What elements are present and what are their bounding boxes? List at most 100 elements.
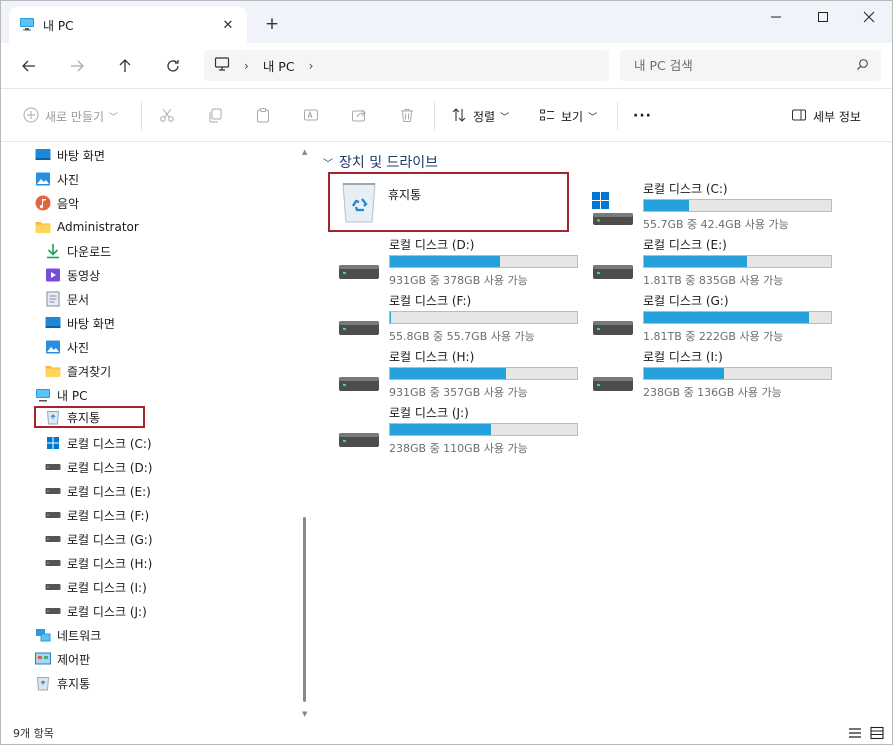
title-bar: 내 PC ✕ + bbox=[1, 1, 892, 43]
download-icon bbox=[45, 243, 61, 259]
copy-button[interactable] bbox=[207, 103, 223, 129]
sidebar-item-drive-c[interactable]: 로컬 디스크 (C:) bbox=[45, 432, 152, 454]
tab-title: 내 PC bbox=[43, 18, 74, 33]
monitor-icon bbox=[19, 16, 35, 35]
search-box[interactable] bbox=[620, 50, 881, 81]
drive-name: 로컬 디스크 (C:) bbox=[643, 182, 728, 196]
drive-tile[interactable]: 로컬 디스크 (H:) 931GB 중 357GB 사용 가능 bbox=[337, 347, 587, 399]
more-options-button[interactable]: ··· bbox=[633, 103, 652, 129]
divider bbox=[434, 102, 435, 130]
sidebar-item-network[interactable]: 네트워크 bbox=[35, 624, 101, 646]
back-button[interactable] bbox=[15, 53, 43, 79]
drive-icon bbox=[45, 507, 61, 523]
sidebar-item-drive-g[interactable]: 로컬 디스크 (G:) bbox=[45, 528, 153, 550]
up-button[interactable] bbox=[111, 53, 139, 79]
sort-button[interactable]: 정렬 ﹀ bbox=[451, 103, 509, 129]
drive-tile[interactable]: 로컬 디스크 (D:) 931GB 중 378GB 사용 가능 bbox=[337, 235, 587, 287]
drive-tile[interactable]: 로컬 디스크 (I:) 238GB 중 136GB 사용 가능 bbox=[591, 347, 841, 399]
drive-free-space: 931GB 중 378GB 사용 가능 bbox=[389, 274, 528, 287]
content-pane: ﹀ 장치 및 드라이브 휴지통 로컬 디스크 (C:) 55.7GB 중 42.4… bbox=[315, 142, 892, 722]
sidebar-item-music[interactable]: 음악 bbox=[35, 192, 79, 214]
search-icon[interactable] bbox=[856, 58, 869, 74]
sidebar-item-drive-i[interactable]: 로컬 디스크 (I:) bbox=[45, 576, 147, 598]
sidebar-item-administrator[interactable]: Administrator bbox=[35, 216, 139, 238]
sidebar-item-videos[interactable]: 동영상 bbox=[45, 264, 100, 286]
forward-button[interactable] bbox=[63, 53, 91, 79]
sidebar-item-desktop-2[interactable]: 바탕 화면 bbox=[45, 312, 115, 334]
paste-button[interactable] bbox=[255, 103, 271, 129]
sidebar-item-my-pc[interactable]: 내 PC bbox=[35, 384, 87, 406]
large-icons-view-button[interactable] bbox=[869, 725, 885, 741]
chevron-right-icon[interactable]: › bbox=[309, 59, 314, 73]
drive-free-space: 238GB 중 110GB 사용 가능 bbox=[389, 442, 528, 455]
sidebar-item-drive-d[interactable]: 로컬 디스크 (D:) bbox=[45, 456, 152, 478]
address-bar[interactable]: › 내 PC › bbox=[204, 50, 609, 81]
rename-button[interactable] bbox=[303, 103, 319, 129]
refresh-button[interactable] bbox=[159, 53, 187, 79]
drive-tile[interactable]: 로컬 디스크 (C:) 55.7GB 중 42.4GB 사용 가능 bbox=[591, 179, 841, 231]
folder-icon bbox=[45, 363, 61, 379]
sidebar-item-downloads[interactable]: 다운로드 bbox=[45, 240, 111, 262]
sidebar-item-drive-f[interactable]: 로컬 디스크 (F:) bbox=[45, 504, 149, 526]
drive-icon bbox=[45, 483, 61, 499]
close-tab-icon[interactable]: ✕ bbox=[219, 16, 237, 34]
sidebar-item-desktop[interactable]: 바탕 화면 bbox=[35, 144, 105, 166]
minimize-button[interactable] bbox=[753, 5, 799, 29]
drive-tile[interactable]: 로컬 디스크 (F:) 55.8GB 중 55.7GB 사용 가능 bbox=[337, 291, 587, 343]
cut-button[interactable] bbox=[159, 103, 175, 129]
scroll-down-icon[interactable]: ▼ bbox=[302, 710, 307, 718]
video-icon bbox=[45, 267, 61, 283]
sidebar-item-drive-j[interactable]: 로컬 디스크 (J:) bbox=[45, 600, 147, 622]
delete-button[interactable] bbox=[399, 103, 415, 129]
sidebar-scrollbar[interactable]: ▲ ▼ bbox=[298, 142, 314, 722]
view-button[interactable]: 보기 ﹀ bbox=[539, 103, 597, 129]
drive-usage-fill bbox=[644, 312, 809, 323]
new-button[interactable]: 새로 만들기 ﹀ bbox=[23, 103, 118, 129]
details-view-button[interactable] bbox=[847, 725, 863, 741]
drive-name: 로컬 디스크 (H:) bbox=[389, 350, 475, 364]
drive-usage-bar bbox=[643, 255, 832, 268]
sidebar-item-pictures[interactable]: 사진 bbox=[35, 168, 79, 190]
sidebar-item-pictures-2[interactable]: 사진 bbox=[45, 336, 89, 358]
drive-tile[interactable]: 로컬 디스크 (G:) 1.81TB 중 222GB 사용 가능 bbox=[591, 291, 841, 343]
drive-icon bbox=[337, 359, 381, 395]
drive-usage-bar bbox=[389, 255, 578, 268]
details-label: 세부 정보 bbox=[813, 109, 861, 124]
scroll-up-icon[interactable]: ▲ bbox=[302, 148, 307, 156]
drive-free-space: 238GB 중 136GB 사용 가능 bbox=[643, 386, 782, 399]
network-icon bbox=[35, 627, 51, 643]
share-button[interactable] bbox=[351, 103, 367, 129]
close-window-button[interactable] bbox=[846, 5, 892, 29]
chevron-down-icon[interactable]: ﹀ bbox=[323, 155, 333, 170]
drive-tile[interactable]: 로컬 디스크 (J:) 238GB 중 110GB 사용 가능 bbox=[337, 403, 587, 455]
new-tab-button[interactable]: + bbox=[261, 13, 283, 35]
drive-icon bbox=[337, 415, 381, 451]
sidebar-item-control-panel[interactable]: 제어판 bbox=[35, 648, 90, 670]
chevron-right-icon[interactable]: › bbox=[244, 59, 249, 73]
item-count: 9개 항목 bbox=[13, 727, 54, 740]
tab-my-pc[interactable]: 내 PC ✕ bbox=[9, 7, 247, 43]
drive-tile[interactable]: 로컬 디스크 (E:) 1.81TB 중 835GB 사용 가능 bbox=[591, 235, 841, 287]
maximize-button[interactable] bbox=[800, 5, 846, 29]
sidebar-item-documents[interactable]: 문서 bbox=[45, 288, 89, 310]
drive-name: 로컬 디스크 (I:) bbox=[643, 350, 723, 364]
breadcrumb-my-pc[interactable]: 내 PC bbox=[263, 56, 295, 75]
sidebar-item-favorites[interactable]: 즐겨찾기 bbox=[45, 360, 111, 382]
sidebar-item-recycle-bin-2[interactable]: 휴지통 bbox=[35, 672, 90, 694]
drive-name: 로컬 디스크 (E:) bbox=[643, 238, 727, 252]
control-panel-icon bbox=[35, 651, 51, 667]
sidebar-item-drive-e[interactable]: 로컬 디스크 (E:) bbox=[45, 480, 151, 502]
drive-icon bbox=[45, 555, 61, 571]
windows-drive-icon bbox=[591, 191, 635, 227]
music-icon bbox=[35, 195, 51, 211]
plus-circle-icon bbox=[23, 107, 39, 126]
recycle-bin-tile[interactable]: 휴지통 bbox=[328, 172, 569, 232]
scrollbar-thumb[interactable] bbox=[303, 517, 306, 702]
drive-usage-fill bbox=[390, 424, 491, 435]
search-input[interactable] bbox=[634, 58, 834, 73]
group-header-devices[interactable]: ﹀ 장치 및 드라이브 bbox=[323, 152, 438, 172]
sidebar-item-drive-h[interactable]: 로컬 디스크 (H:) bbox=[45, 552, 152, 574]
details-pane-button[interactable]: 세부 정보 bbox=[791, 103, 861, 129]
sidebar-item-recycle-bin[interactable]: 휴지통 bbox=[34, 406, 145, 428]
drive-free-space: 1.81TB 중 835GB 사용 가능 bbox=[643, 274, 784, 287]
